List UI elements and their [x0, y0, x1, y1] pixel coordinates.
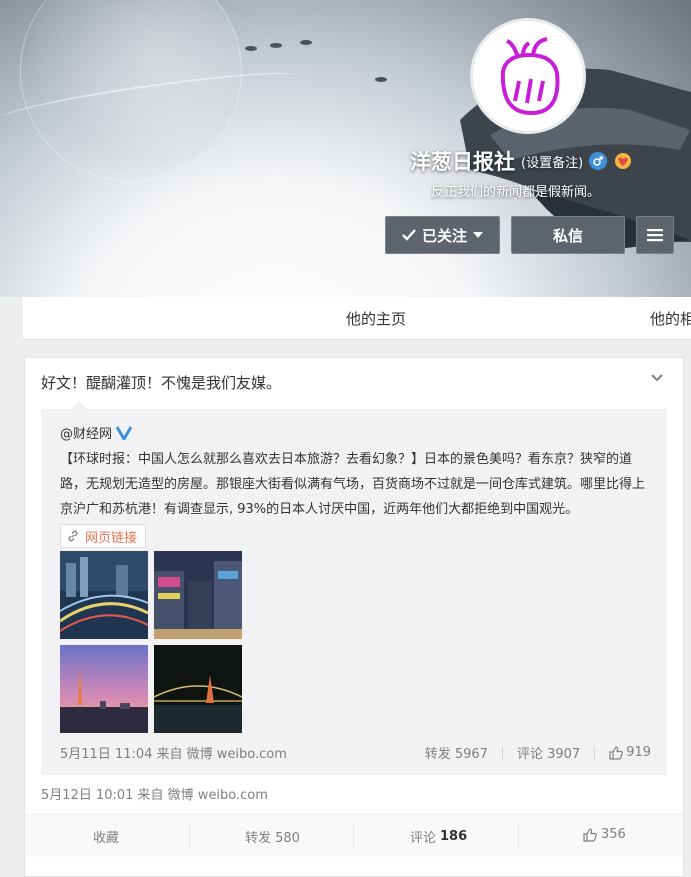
- comment-count: 186: [440, 829, 468, 844]
- divider: [594, 745, 596, 760]
- divider: [501, 745, 503, 760]
- photo-thumbnail[interactable]: [60, 551, 148, 639]
- repost-pointer: [71, 401, 87, 409]
- private-message-label: 私信: [552, 226, 583, 245]
- repost-author-name[interactable]: @财经网: [60, 423, 112, 442]
- profile-tabs: 他的主页 他的相: [23, 297, 691, 340]
- repost-text: 【环球时报：中国人怎么就那么喜欢去日本旅游？去看幻象？】日本的景色美吗？看东京？…: [60, 452, 646, 517]
- ufo-graphic: [300, 40, 312, 45]
- collect-button[interactable]: 收藏: [93, 827, 119, 846]
- repost-comment-count[interactable]: 评论 3907: [517, 743, 580, 762]
- private-message-button[interactable]: 私信: [511, 216, 625, 254]
- weibo-post-card: 好文！醍醐灌顶！不愧是我们友媒。 @财经网 【环球时报：中国人怎么就那么喜欢去日…: [24, 357, 684, 877]
- male-gender-icon: [589, 152, 608, 170]
- comment-button[interactable]: 评论 186: [410, 827, 467, 846]
- forward-label: 转发 580: [245, 831, 300, 846]
- divider: [353, 823, 354, 849]
- onion-logo-icon: [500, 37, 560, 116]
- dropdown-arrow-icon: [473, 232, 483, 238]
- post-timestamp[interactable]: 5月12日 10:01 来自 微博 weibo.com: [41, 784, 268, 803]
- repost-like[interactable]: 919: [609, 745, 651, 760]
- forward-button[interactable]: 转发 580: [245, 827, 300, 846]
- repost-author[interactable]: @财经网: [60, 423, 133, 442]
- repost-stats: 转发 5967 评论 3907 919: [425, 743, 651, 762]
- link-icon: [68, 530, 78, 542]
- reposted-content: @财经网 【环球时报：中国人怎么就那么喜欢去日本旅游？去看幻象？】日本的景色美吗…: [41, 401, 667, 775]
- like-button[interactable]: 356: [583, 827, 626, 842]
- like-count: 356: [601, 827, 626, 842]
- thumbs-up-icon: [609, 745, 623, 760]
- post-text: 好文！醍醐灌顶！不愧是我们友媒。: [41, 374, 282, 392]
- profile-bio: 反正我们的新闻都是假新闻。: [431, 185, 601, 200]
- chevron-down-icon[interactable]: [649, 370, 665, 386]
- repost-like-count: 919: [626, 745, 651, 760]
- tab-album[interactable]: 他的相: [650, 308, 691, 329]
- photo-thumbnail[interactable]: [154, 645, 242, 733]
- repost-timestamp[interactable]: 5月11日 11:04 来自 微博 weibo.com: [60, 743, 287, 762]
- following-button[interactable]: 已关注: [385, 216, 500, 254]
- thumbs-up-icon: [583, 827, 597, 842]
- photo-thumbnail[interactable]: [154, 551, 242, 639]
- verified-v-icon: [116, 425, 133, 440]
- post-action-bar: 收藏 转发 580 评论 186 356: [25, 814, 683, 857]
- collect-label: 收藏: [93, 831, 120, 846]
- web-link-chip[interactable]: 网页链接: [60, 524, 147, 548]
- hamburger-menu-icon: [647, 229, 663, 242]
- more-menu-button[interactable]: [636, 216, 674, 254]
- repost-forward-count[interactable]: 转发 5967: [425, 743, 488, 762]
- tab-home[interactable]: 他的主页: [346, 308, 406, 329]
- ufo-graphic: [375, 77, 387, 82]
- profile-name-row: 洋葱日报社 (设置备注): [410, 146, 633, 176]
- profile-name: 洋葱日报社: [410, 150, 515, 174]
- photo-thumbnail[interactable]: [60, 645, 148, 733]
- profile-avatar[interactable]: [470, 18, 586, 134]
- ufo-graphic: [245, 46, 257, 51]
- comment-label: 评论: [410, 831, 437, 846]
- divider: [189, 823, 190, 849]
- cover-banner: 洋葱日报社 (设置备注) 反正我们的新闻都是假新闻。 已关注 私信: [0, 0, 691, 297]
- following-label: 已关注: [421, 226, 467, 245]
- web-link-label: 网页链接: [85, 530, 138, 546]
- divider: [518, 823, 519, 849]
- checkmark-icon: [402, 229, 416, 241]
- set-remark-link[interactable]: (设置备注): [521, 152, 583, 171]
- ufo-graphic: [270, 43, 282, 48]
- vip-badge-icon[interactable]: [613, 152, 633, 170]
